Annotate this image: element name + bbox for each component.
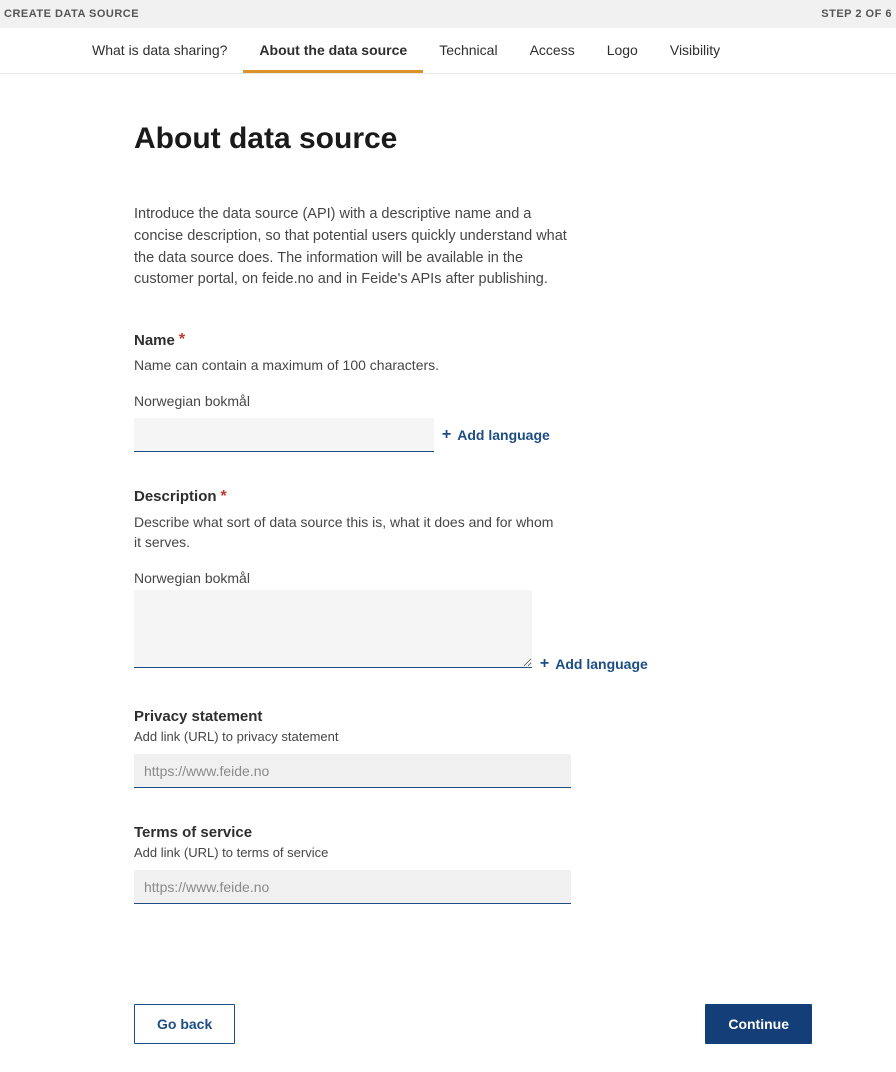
description-field-group: Description * Describe what sort of data… <box>134 488 700 673</box>
name-input[interactable] <box>134 418 434 452</box>
topbar-step: STEP 2 OF 6 <box>821 8 892 20</box>
name-hint: Name can contain a maximum of 100 charac… <box>134 355 554 375</box>
description-label: Description <box>134 488 217 505</box>
description-hint: Describe what sort of data source this i… <box>134 512 554 553</box>
page-title: About data source <box>134 122 700 156</box>
tos-label: Terms of service <box>134 824 700 841</box>
tab-logo[interactable]: Logo <box>591 28 654 73</box>
name-lang-label: Norwegian bokmål <box>134 393 700 409</box>
tos-hint: Add link (URL) to terms of service <box>134 845 700 860</box>
tos-url-input[interactable] <box>134 870 571 904</box>
name-field-group: Name * Name can contain a maximum of 100… <box>134 331 700 452</box>
add-language-name[interactable]: + Add language <box>438 427 550 443</box>
tab-what-is-data-sharing[interactable]: What is data sharing? <box>76 28 243 73</box>
main-content: About data source Introduce the data sou… <box>0 74 700 980</box>
add-language-label: Add language <box>555 656 648 672</box>
required-icon: * <box>221 488 227 506</box>
plus-icon: + <box>540 656 549 672</box>
privacy-hint: Add link (URL) to privacy statement <box>134 729 700 744</box>
description-input[interactable] <box>134 590 532 668</box>
required-icon: * <box>179 331 185 349</box>
privacy-url-input[interactable] <box>134 754 571 788</box>
footer-buttons: Go back Continue <box>0 980 896 1072</box>
topbar-title: CREATE DATA SOURCE <box>4 8 139 20</box>
tab-about-the-data-source[interactable]: About the data source <box>243 28 423 73</box>
continue-button[interactable]: Continue <box>705 1004 812 1044</box>
privacy-field-group: Privacy statement Add link (URL) to priv… <box>134 708 700 788</box>
tab-nav: What is data sharing? About the data sou… <box>0 28 896 74</box>
tab-access[interactable]: Access <box>514 28 591 73</box>
tab-technical[interactable]: Technical <box>423 28 513 73</box>
description-label-row: Description * <box>134 488 700 506</box>
name-label: Name <box>134 332 175 349</box>
add-language-label: Add language <box>457 427 550 443</box>
topbar: CREATE DATA SOURCE STEP 2 OF 6 <box>0 0 896 28</box>
go-back-button[interactable]: Go back <box>134 1004 235 1044</box>
page-intro: Introduce the data source (API) with a d… <box>134 204 574 291</box>
description-lang-label: Norwegian bokmål <box>134 570 700 586</box>
tab-visibility[interactable]: Visibility <box>654 28 736 73</box>
privacy-label: Privacy statement <box>134 708 700 725</box>
add-language-description[interactable]: + Add language <box>536 656 648 672</box>
tos-field-group: Terms of service Add link (URL) to terms… <box>134 824 700 904</box>
name-label-row: Name * <box>134 331 700 349</box>
plus-icon: + <box>442 427 451 443</box>
